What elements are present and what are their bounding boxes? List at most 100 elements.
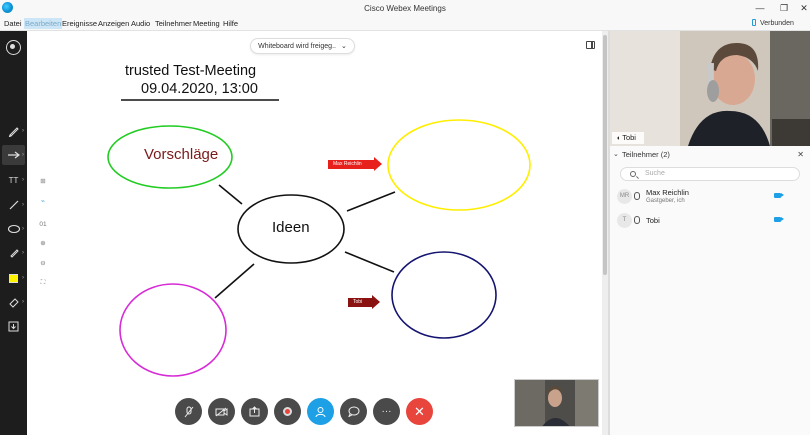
more-options-button[interactable]: ···	[373, 398, 400, 425]
whiteboard-topic-left: Vorschläge	[144, 146, 219, 163]
page-annotation-icon[interactable]: ⌁	[36, 197, 50, 209]
mic-icon: ◖	[616, 135, 621, 142]
close-icon[interactable]: ✕	[797, 148, 804, 162]
panel-toggle-icon[interactable]	[586, 41, 595, 49]
line-icon	[9, 200, 18, 210]
participants-title: Teilnehmer (2)	[622, 150, 670, 159]
caret-icon: ›	[22, 202, 24, 208]
participant-row[interactable]: MR Max Reichlin Gastgeber, ich	[610, 186, 810, 208]
caret-icon: ›	[22, 299, 24, 305]
caret-icon: ›	[22, 177, 24, 183]
whiteboard-date: 09.04.2020, 13:00	[141, 81, 258, 97]
menu-bearbeiten[interactable]: Bearbeiten	[24, 18, 63, 29]
participant-search-input[interactable]: Suche	[620, 167, 800, 181]
menu-bar: Datei Bearbeiten Ereignisse Anzeigen Aud…	[0, 16, 810, 31]
menu-hilfe[interactable]: Hilfe	[222, 18, 239, 29]
leave-meeting-button[interactable]: ✕	[406, 398, 433, 425]
maximize-button[interactable]: ❐	[774, 0, 794, 16]
meeting-controls: ··· ✕	[175, 398, 435, 426]
menu-teilnehmer[interactable]: Teilnehmer	[154, 18, 193, 29]
chat-icon	[347, 406, 359, 417]
save-button[interactable]	[2, 316, 25, 336]
presenter-button[interactable]	[2, 37, 25, 57]
self-view-image	[515, 380, 598, 426]
video-participant-name: Tobi	[622, 133, 636, 142]
caret-icon: ›	[22, 250, 24, 256]
mute-icon	[184, 406, 193, 417]
caret-icon: ›	[22, 152, 24, 158]
text-icon: TT	[8, 175, 19, 185]
sharing-status-dropdown[interactable]: Whiteboard wird freigeg.. ⌄	[250, 38, 355, 54]
menu-datei[interactable]: Datei	[3, 18, 23, 29]
video-camera-icon[interactable]	[774, 217, 784, 222]
sharing-status-label: Whiteboard wird freigeg..	[258, 42, 336, 50]
menu-meeting[interactable]: Meeting	[192, 18, 221, 29]
chevron-down-icon: ⌄	[340, 43, 347, 50]
text-tool-button[interactable]: TT ›	[2, 170, 25, 190]
fit-page-icon[interactable]: ⊞	[36, 177, 50, 189]
annotate-pen-icon	[8, 127, 19, 137]
participant-role: Gastgeber, ich	[646, 198, 685, 204]
arrow-head-icon	[374, 157, 382, 171]
menu-ereignisse[interactable]: Ereignisse	[61, 18, 98, 29]
eraser-tool-button[interactable]: ›	[2, 292, 25, 312]
mute-button[interactable]	[175, 398, 202, 425]
shape-tool-button[interactable]: ›	[2, 219, 25, 239]
fullscreen-icon[interactable]: ⛶	[36, 279, 50, 291]
participant-row[interactable]: T Tobi	[610, 210, 810, 232]
caret-icon: ›	[22, 128, 24, 134]
scrollbar-thumb[interactable]	[603, 35, 607, 275]
menu-audio[interactable]: Audio	[130, 18, 151, 29]
arrow-tool-button[interactable]: ›	[2, 145, 25, 165]
whiteboard-canvas[interactable]	[27, 31, 602, 435]
save-icon	[8, 321, 19, 331]
participant-name: Max Reichlin	[646, 188, 689, 197]
webex-logo-icon	[2, 2, 13, 13]
record-icon	[283, 407, 292, 416]
avatar: MR	[617, 189, 632, 204]
caret-icon: ›	[22, 226, 24, 232]
video-button[interactable]	[208, 398, 235, 425]
color-swatch	[9, 273, 18, 283]
ellipse-icon	[7, 224, 20, 234]
self-view-video[interactable]	[514, 379, 599, 427]
close-window-button[interactable]: ✕	[794, 0, 810, 16]
participants-button[interactable]	[307, 398, 334, 425]
search-placeholder: Suche	[645, 170, 665, 177]
annotation-arrow-max: Max Reichlin	[328, 160, 374, 169]
participants-panel-header[interactable]: ⌄ Teilnehmer (2) ✕	[610, 148, 810, 162]
annotation-toolbar: › › TT › › › › › ›	[0, 31, 27, 435]
more-icon: ···	[381, 406, 392, 417]
connection-status-label: Verbunden	[760, 20, 794, 27]
avatar: T	[617, 213, 632, 228]
chevron-down-icon[interactable]: ⌄	[613, 148, 619, 162]
menu-anzeigen[interactable]: Anzeigen	[97, 18, 130, 29]
pen-icon	[9, 249, 19, 258]
video-camera-icon[interactable]	[774, 193, 784, 198]
arrow-head-icon	[372, 295, 380, 309]
title-bar: Cisco Webex Meetings — ❐ ✕	[0, 0, 810, 16]
line-tool-button[interactable]: ›	[2, 195, 25, 215]
remote-video[interactable]: ◖ Tobi	[610, 31, 810, 146]
record-button[interactable]	[274, 398, 301, 425]
zoom-controls: ⊞ ⌁ 01 ⊕ ⊖ ⛶	[36, 175, 50, 295]
whiteboard-center-topic: Ideen	[272, 219, 310, 236]
zoom-in-icon[interactable]: ⊕	[36, 239, 50, 251]
presenter-icon	[6, 39, 21, 55]
annotate-tool-button[interactable]: ›	[2, 121, 25, 141]
phone-icon	[752, 19, 756, 26]
page-number: 01	[39, 221, 47, 228]
pen-tool-button[interactable]: ›	[2, 243, 25, 263]
webex-window: Cisco Webex Meetings — ❐ ✕ Datei Bearbei…	[0, 0, 810, 435]
zoom-out-icon[interactable]: ⊖	[36, 259, 50, 271]
participant-name: Tobi	[646, 216, 660, 225]
search-icon	[630, 171, 636, 177]
color-picker-button[interactable]: ›	[2, 268, 25, 288]
chat-button[interactable]	[340, 398, 367, 425]
participants-icon	[315, 406, 326, 417]
share-button[interactable]	[241, 398, 268, 425]
connection-status: Verbunden	[752, 19, 794, 27]
minimize-button[interactable]: —	[750, 0, 770, 16]
audio-icon	[634, 192, 640, 200]
remote-video-image	[610, 31, 810, 146]
